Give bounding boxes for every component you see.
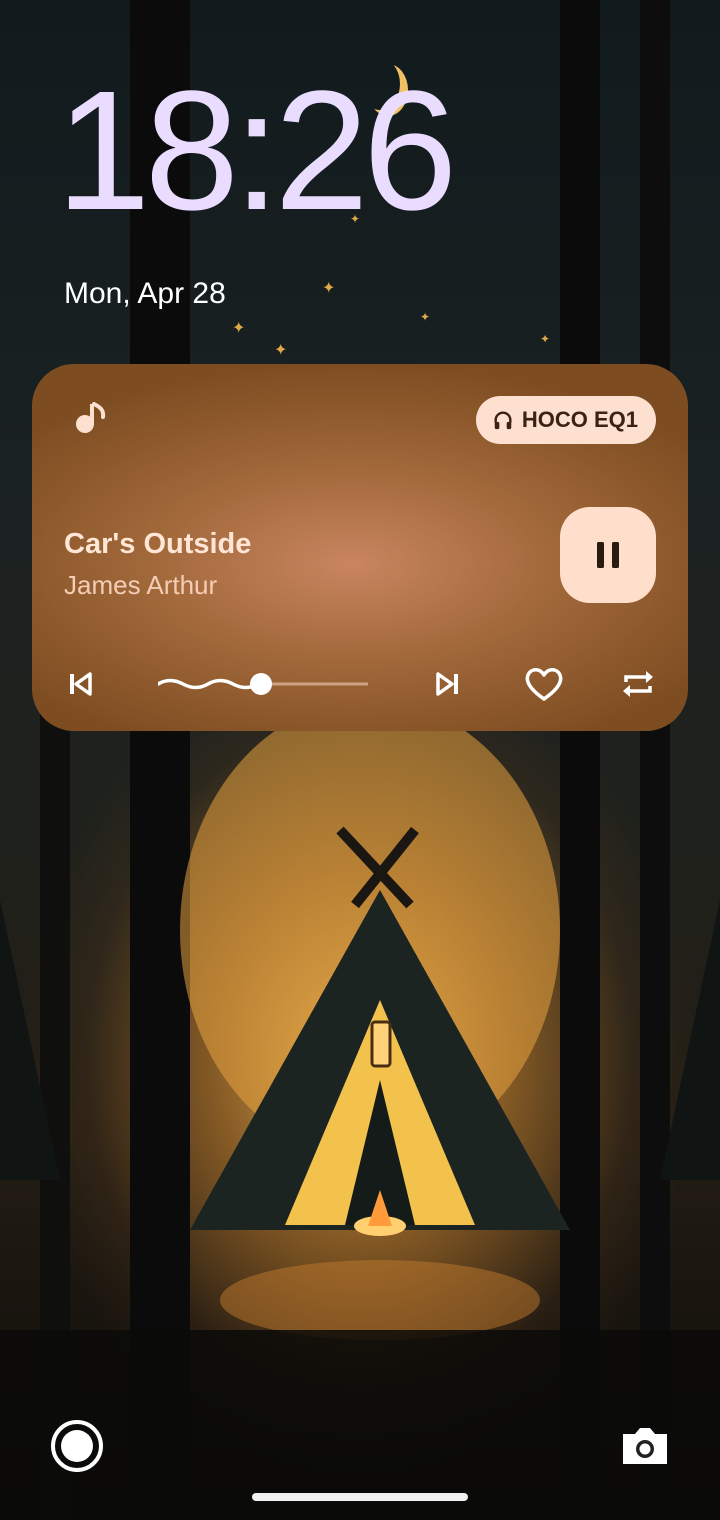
repeat-button[interactable] <box>620 666 656 702</box>
music-note-icon <box>76 402 106 433</box>
gesture-home-bar[interactable] <box>252 1493 468 1501</box>
like-button[interactable] <box>522 666 566 702</box>
seek-thumb <box>250 673 272 695</box>
next-button[interactable] <box>430 666 466 702</box>
wallet-ring-icon <box>51 1420 103 1472</box>
camera-shortcut[interactable] <box>617 1418 673 1474</box>
wallet-shortcut[interactable] <box>49 1418 105 1474</box>
skip-previous-icon <box>70 672 92 696</box>
song-title: Car's Outside <box>64 528 252 560</box>
pause-icon <box>597 542 619 568</box>
heart-icon <box>525 668 563 701</box>
camera-icon <box>623 1428 667 1464</box>
skip-next-icon <box>436 672 458 696</box>
headphones-icon <box>494 411 512 430</box>
seek-bar[interactable] <box>158 669 368 699</box>
repeat-icon <box>623 671 653 697</box>
song-artist: James Arthur <box>64 570 218 600</box>
previous-button[interactable] <box>62 666 98 702</box>
output-device-chip[interactable]: HOCO EQ1 <box>475 396 656 444</box>
lockscreen-date: Mon, Apr 28 <box>64 277 226 310</box>
output-device-label: HOCO EQ1 <box>521 407 638 432</box>
pause-button[interactable] <box>560 507 656 603</box>
media-player-card[interactable]: HOCO EQ1 Car's Outside James Arthur <box>32 364 688 731</box>
lockscreen-clock: 18:26 <box>56 56 457 246</box>
